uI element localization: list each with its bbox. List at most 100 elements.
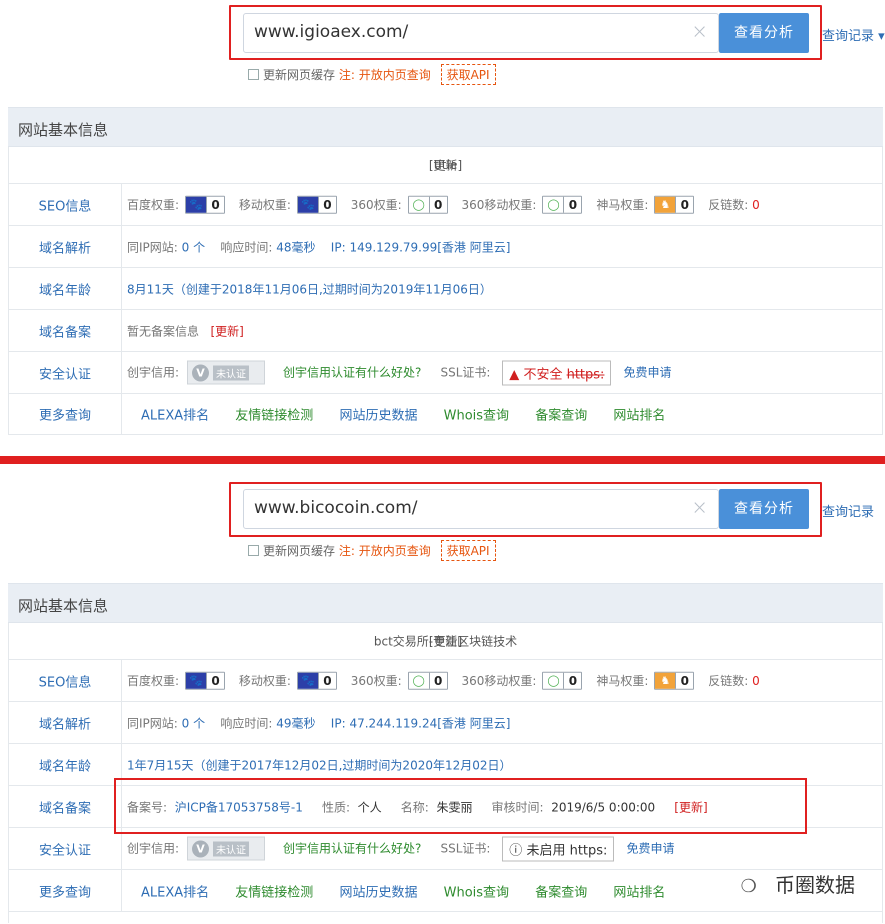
360-weight-badge[interactable]: ◯ 0 — [407, 195, 448, 214]
ssl-status-badge[interactable]: ▲ 不安全 https: — [502, 360, 612, 385]
360-mobile-weight-badge[interactable]: ◯ 0 — [542, 671, 583, 690]
free-apply-link[interactable]: 免费申请 — [626, 841, 674, 855]
mobile-weight-badge[interactable]: 🐾 0 — [296, 671, 337, 690]
history-link[interactable]: 查询记录 ▾ — [822, 25, 885, 44]
seo-values: 百度权重: 🐾 0 移动权重: 🐾 0 360权重: ◯ 0 360移动权重: ◯ 0 神马权重… — [127, 195, 760, 214]
icp-update-link[interactable]: [更新] — [210, 324, 243, 338]
site-title-row: bct交易所-专注区块链技术 [更新] — [9, 623, 882, 660]
info-header: 网站基本信息 — [8, 583, 883, 623]
url-input[interactable]: www.bicocoin.com/ × — [243, 489, 719, 529]
row-label-age[interactable]: 域名年龄 — [9, 268, 122, 309]
url-input-value: www.bicocoin.com/ — [254, 498, 418, 518]
clear-icon[interactable]: × — [691, 19, 708, 43]
horse-icon: ♞ — [655, 672, 676, 689]
row-label-dns[interactable]: 域名解析 — [9, 702, 122, 743]
icp-info: 暂无备案信息 — [127, 324, 200, 338]
update-link[interactable]: [更新] — [9, 633, 882, 650]
options-row: 更新网页缓存 注: 开放内页查询 获取API — [248, 64, 496, 85]
baidu-weight-badge[interactable]: 🐾 0 — [185, 671, 226, 690]
response-time: 49毫秒 — [276, 716, 316, 730]
security-row: 安全认证 创宇信用: V 未认证 创宇信用认证有什么好处? SSL证书: ▲ 不安全 … — [9, 352, 882, 394]
link-alexa[interactable]: ALEXA排名 — [141, 409, 209, 424]
url-input[interactable]: www.igioaex.com/ × — [243, 13, 719, 53]
note-label: 注: — [338, 68, 355, 82]
trust-badge[interactable]: V 未认证 — [187, 360, 266, 385]
panel-site-2: www.bicocoin.com/ × 查看分析 查询记录 更新网页缓存 注: … — [0, 476, 885, 924]
row-label-more[interactable]: 更多查询 — [9, 870, 122, 911]
cache-checkbox[interactable] — [248, 69, 259, 80]
backlinks-count[interactable]: 0 — [752, 673, 760, 687]
info-icon: ⓘ — [509, 843, 523, 858]
response-time: 48毫秒 — [276, 240, 316, 254]
verify-icon: V — [192, 840, 210, 858]
link-alexa[interactable]: ALEXA排名 — [141, 885, 209, 900]
row-label-security[interactable]: 安全认证 — [9, 352, 122, 393]
link-whois[interactable]: Whois查询 — [444, 885, 509, 900]
link-icp-query[interactable]: 备案查询 — [535, 409, 587, 424]
link-site-rank[interactable]: 网站排名 — [613, 409, 665, 424]
api-button[interactable]: 获取API — [440, 540, 496, 561]
row-label-dns[interactable]: 域名解析 — [9, 226, 122, 267]
same-ip-count[interactable]: 0 个 — [182, 240, 205, 254]
more-row: 更多查询 ALEXA排名 友情链接检测 网站历史数据 Whois查询 备案查询 … — [9, 394, 882, 435]
link-site-rank[interactable]: 网站排名 — [613, 885, 665, 900]
mobile-weight-badge[interactable]: 🐾 0 — [296, 195, 337, 214]
horse-icon: ♞ — [655, 196, 676, 213]
paw-icon: 🐾 — [297, 672, 318, 689]
trust-badge[interactable]: V 未认证 — [187, 836, 266, 861]
free-apply-link[interactable]: 免费申请 — [623, 365, 671, 379]
ring-icon: ◯ — [412, 673, 425, 687]
shenma-weight-badge[interactable]: ♞ 0 — [654, 671, 695, 690]
link-icp-query[interactable]: 备案查询 — [535, 885, 587, 900]
info-table: title [更新] SEO信息 百度权重: 🐾 0 移动权重: 🐾 0 360权重: ◯… — [8, 147, 883, 435]
ssl-status-badge[interactable]: ⓘ 未启用 https: — [502, 836, 615, 861]
seo-row: SEO信息 百度权重: 🐾 0 移动权重: 🐾 0 360权重: ◯ 0 360移动权重: ◯… — [9, 660, 882, 702]
link-friend-check[interactable]: 友情链接检测 — [235, 409, 313, 424]
ring-icon: ◯ — [547, 197, 560, 211]
row-label-age[interactable]: 域名年龄 — [9, 744, 122, 785]
ip-address[interactable]: 149.129.79.99[香港 阿里云] — [349, 240, 510, 254]
paw-icon: 🐾 — [186, 196, 207, 213]
row-label-seo[interactable]: SEO信息 — [9, 660, 122, 701]
ip-address[interactable]: 47.244.119.24[香港 阿里云] — [349, 716, 510, 730]
link-history[interactable]: 网站历史数据 — [339, 885, 417, 900]
credit-benefit-link[interactable]: 创宇信用认证有什么好处? — [283, 365, 421, 379]
link-history[interactable]: 网站历史数据 — [339, 409, 417, 424]
shenma-weight-badge[interactable]: ♞ 0 — [654, 195, 695, 214]
credit-benefit-link[interactable]: 创宇信用认证有什么好处? — [283, 841, 421, 855]
icp-highlight-box — [114, 778, 807, 834]
ring-icon: ◯ — [547, 673, 560, 687]
verify-icon: V — [192, 364, 210, 382]
backlinks-count[interactable]: 0 — [752, 197, 760, 211]
row-label-security[interactable]: 安全认证 — [9, 828, 122, 869]
360-mobile-weight-badge[interactable]: ◯ 0 — [542, 195, 583, 214]
paw-icon: 🐾 — [297, 196, 318, 213]
clear-icon[interactable]: × — [691, 495, 708, 519]
warning-icon: ▲ — [509, 367, 520, 382]
analyze-button[interactable]: 查看分析 — [719, 13, 809, 53]
history-link[interactable]: 查询记录 — [822, 501, 874, 520]
analyze-button[interactable]: 查看分析 — [719, 489, 809, 529]
row-label-icp[interactable]: 域名备案 — [9, 786, 122, 827]
row-label-icp[interactable]: 域名备案 — [9, 310, 122, 351]
section-divider — [0, 456, 885, 464]
update-link[interactable]: [更新] — [9, 157, 882, 174]
ring-icon: ◯ — [412, 197, 425, 211]
cache-checkbox[interactable] — [248, 545, 259, 556]
seo-values: 百度权重: 🐾 0 移动权重: 🐾 0 360权重: ◯ 0 360移动权重: ◯ 0 神马权重… — [127, 671, 760, 690]
security-row: 安全认证 创宇信用: V 未认证 创宇信用认证有什么好处? SSL证书: ⓘ 未启用 … — [9, 828, 882, 870]
icp-row: 域名备案 暂无备案信息 [更新] — [9, 310, 882, 352]
watermark: ❍ 币圈数据 — [740, 873, 855, 897]
row-label-more[interactable]: 更多查询 — [9, 394, 122, 434]
api-button[interactable]: 获取API — [440, 64, 496, 85]
note-link[interactable]: 开放内页查询 — [359, 68, 431, 82]
row-label-seo[interactable]: SEO信息 — [9, 184, 122, 225]
note-label: 注: — [338, 544, 355, 558]
same-ip-count[interactable]: 0 个 — [182, 716, 205, 730]
options-row: 更新网页缓存 注: 开放内页查询 获取API — [248, 540, 496, 561]
link-whois[interactable]: Whois查询 — [444, 409, 509, 424]
baidu-weight-badge[interactable]: 🐾 0 — [185, 195, 226, 214]
link-friend-check[interactable]: 友情链接检测 — [235, 885, 313, 900]
360-weight-badge[interactable]: ◯ 0 — [407, 671, 448, 690]
note-link[interactable]: 开放内页查询 — [359, 544, 431, 558]
